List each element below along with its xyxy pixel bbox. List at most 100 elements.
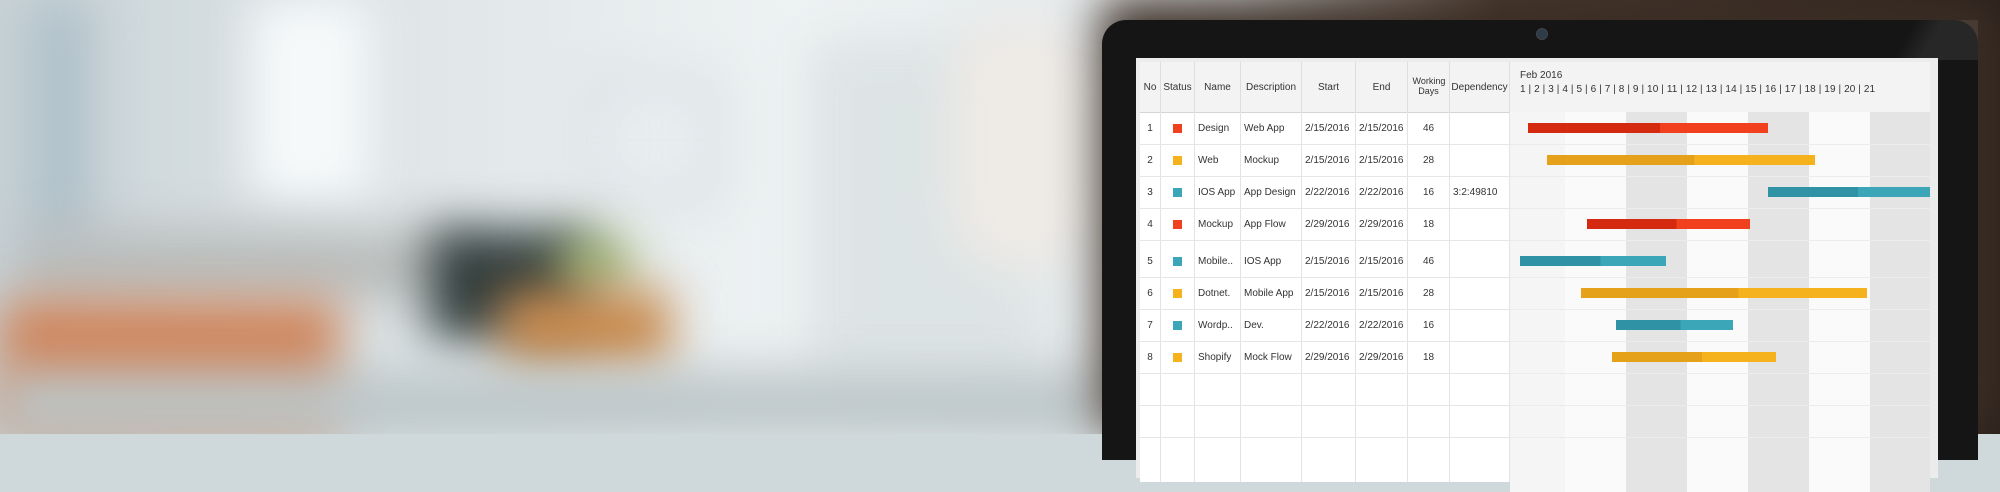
status-indicator-icon [1173,187,1182,197]
column-header-working-days[interactable]: Working Days [1408,62,1450,112]
week-band [1748,112,1809,492]
cell-working-days: 18 [1422,351,1435,363]
sofa [20,230,480,300]
table-row[interactable]: 3 IOS App App Design 2/22/2016 2/22/2016 16 3:… [1140,176,1510,209]
column-label: Working Days [1412,76,1446,96]
cell-name: Mockup [1198,218,1234,230]
cell-status [1161,144,1194,176]
timeline-row-line [1510,240,1930,241]
cell-dependency [1453,309,1509,341]
cell-status [1161,309,1194,341]
gantt-bar[interactable] [1615,320,1734,330]
status-indicator-icon [1173,219,1182,229]
column-label: No [1143,81,1157,93]
cell-end: 2/15/2016 [1359,255,1404,267]
cell-working-days: 46 [1422,255,1435,267]
column-header-dependency[interactable]: Dependency [1450,62,1510,112]
table-row[interactable]: 8 Shopify Mock Flow 2/29/2016 2/29/2016 18 [1140,341,1510,374]
gantt-timeline [1510,112,1930,492]
column-header-name[interactable]: Name [1195,62,1241,112]
cell-status [1161,245,1194,277]
cell-working-days: 16 [1422,319,1435,331]
cell-start: 2/15/2016 [1305,154,1350,166]
table-row[interactable]: 4 Mockup App Flow 2/29/2016 2/29/2016 18 [1140,208,1510,241]
cell-dependency [1453,341,1509,373]
cell-working-days: 16 [1422,186,1435,198]
table-header: No Status Name Description Start End Wor… [1140,62,1930,113]
cell-no: 7 [1147,319,1153,331]
cell-no: 3 [1147,186,1153,198]
timeline-row-line [1510,373,1930,374]
cell-start: 2/15/2016 [1305,122,1350,134]
cell-working-days: 46 [1422,122,1435,134]
gantt-bar[interactable] [1767,187,1930,197]
cell-dependency [1453,277,1509,309]
cell-dependency [1453,144,1509,176]
wooden-crate [500,290,670,370]
table-row[interactable]: 6 Dotnet. Mobile App 2/15/2016 2/15/2016 28 [1140,277,1510,310]
cell-no: 6 [1147,287,1153,299]
cell-description: Dev. [1244,319,1264,331]
cell-description: Mockup [1244,154,1280,166]
gantt-bar[interactable] [1611,352,1777,362]
status-indicator-icon [1173,123,1182,133]
window-light [250,0,370,200]
column-label: Start [1317,81,1340,93]
status-indicator-icon [1173,256,1182,266]
timeline-row-line [1510,144,1930,145]
cell-start: 2/29/2016 [1305,351,1350,363]
cell-working-days: 18 [1422,218,1435,230]
gantt-bar[interactable] [1581,288,1868,298]
column-header-description[interactable]: Description [1241,62,1302,112]
gantt-bar[interactable] [1520,256,1667,266]
column-header-status[interactable]: Status [1161,62,1195,112]
table-row[interactable]: 5 Mobile.. IOS App 2/15/2016 2/15/2016 46 [1140,245,1510,278]
window-light [30,0,90,250]
table-row[interactable]: 1 Design Web App 2/15/2016 2/15/2016 46 [1140,112,1510,145]
cell-status [1161,208,1194,240]
plant [560,240,630,290]
week-band [1870,112,1930,492]
cell-description: App Flow [1244,218,1286,230]
column-header-no[interactable]: No [1140,62,1161,112]
cell-start: 2/15/2016 [1305,287,1350,299]
cell-dependency [1453,208,1509,240]
cell-end: 2/22/2016 [1359,319,1404,331]
gantt-bar[interactable] [1528,123,1768,133]
column-header-end[interactable]: End [1356,62,1408,112]
cell-description: IOS App [1244,255,1282,267]
cell-no: 5 [1147,255,1153,267]
status-indicator-icon [1173,352,1182,362]
cell-name: IOS App [1198,186,1236,198]
gantt-bar[interactable] [1587,219,1750,229]
gantt-bar[interactable] [1546,155,1815,165]
column-header-start[interactable]: Start [1302,62,1356,112]
cell-description: Web App [1244,122,1285,134]
laptop: No Status Name Description Start End Wor… [1102,20,1978,492]
cell-name: Mobile.. [1198,255,1234,267]
status-indicator-icon [1173,155,1182,165]
timeline-row-line [1510,208,1930,209]
cell-end: 2/29/2016 [1359,351,1404,363]
cell-no: 1 [1147,122,1153,134]
week-band [1565,112,1626,492]
column-label: Name [1204,81,1231,93]
cell-status [1161,176,1194,208]
table-row[interactable]: 7 Wordp.. Dev. 2/22/2016 2/22/2016 16 [1140,309,1510,342]
column-label: Status [1163,81,1192,93]
cell-name: Dotnet. [1198,287,1231,299]
white-chair [950,20,1090,270]
cell-end: 2/15/2016 [1359,154,1404,166]
table-row[interactable]: 2 Web Mockup 2/15/2016 2/15/2016 28 [1140,144,1510,177]
cell-end: 2/15/2016 [1359,287,1404,299]
status-indicator-icon [1173,320,1182,330]
cell-end: 2/29/2016 [1359,218,1404,230]
cell-description: Mobile App [1244,287,1294,299]
week-band [1626,112,1687,492]
wall-picture-frame [590,80,720,200]
cell-start: 2/22/2016 [1305,186,1350,198]
timeline-header: Feb 2016 1 | 2 | 3 | 4 | 5 | 6 | 7 | 8 |… [1510,62,1930,112]
cell-start: 2/15/2016 [1305,255,1350,267]
cell-working-days: 28 [1422,287,1435,299]
column-label: Description [1245,81,1297,93]
